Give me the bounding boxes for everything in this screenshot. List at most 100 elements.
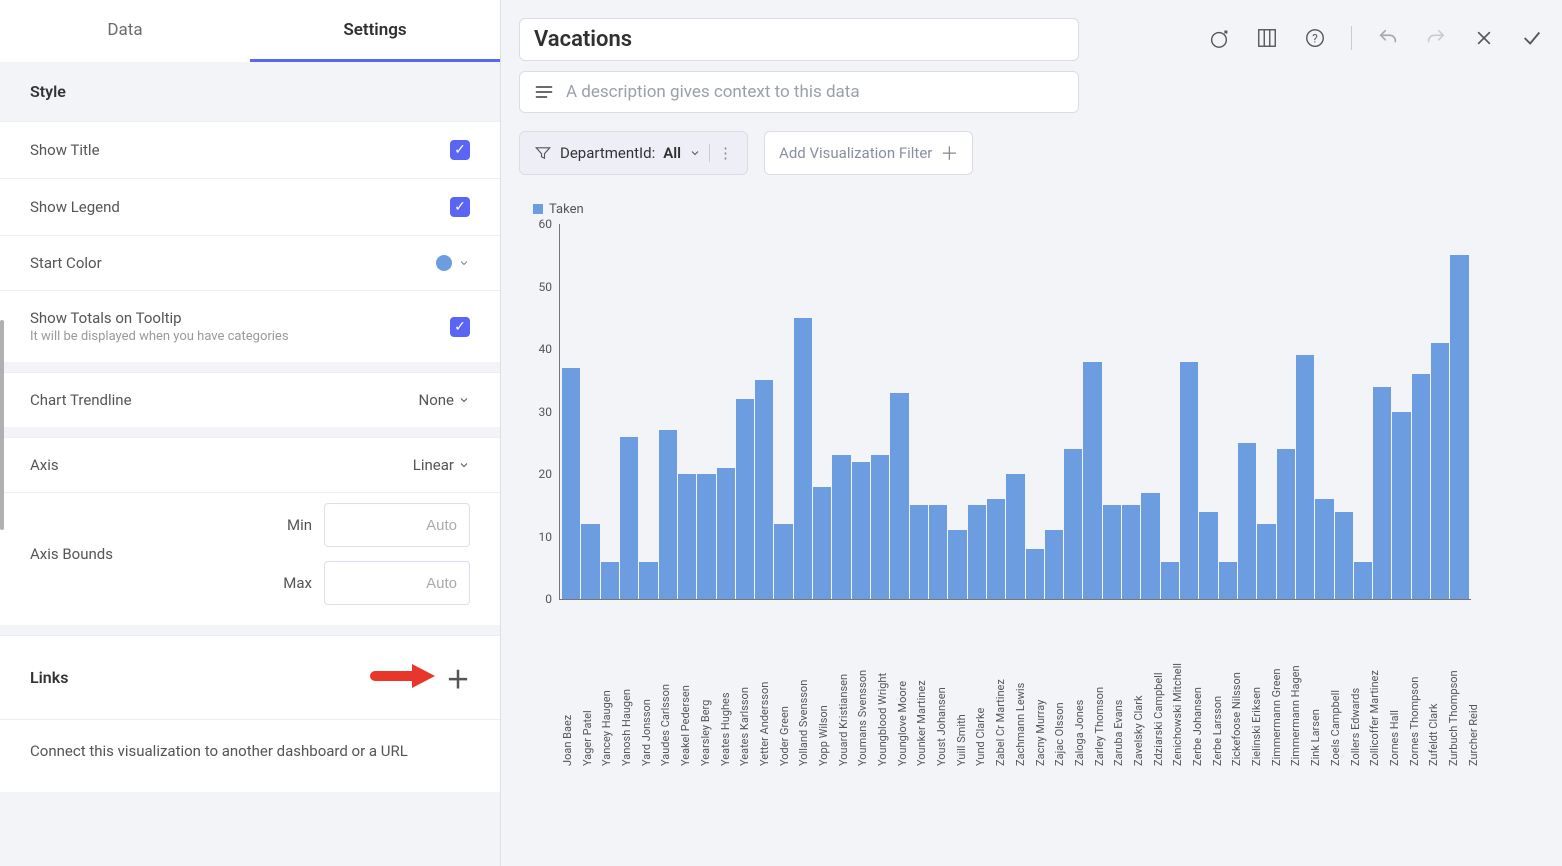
x-tick: Zollicoffer Martinez — [1368, 606, 1387, 766]
main-panel: Vacations A description gives context to… — [501, 0, 1562, 866]
filter-options-icon[interactable]: ⋮ — [709, 144, 733, 162]
bar[interactable] — [1045, 530, 1063, 599]
confirm-icon[interactable] — [1520, 26, 1544, 50]
bar[interactable] — [910, 505, 928, 599]
bar[interactable] — [1141, 493, 1159, 599]
add-link-button[interactable]: ＋ — [446, 660, 470, 695]
bar[interactable] — [1431, 343, 1449, 599]
start-color-label: Start Color — [30, 254, 102, 272]
scrollbar[interactable] — [0, 320, 4, 530]
bar[interactable] — [948, 530, 966, 599]
bar[interactable] — [987, 499, 1005, 599]
close-icon[interactable] — [1472, 26, 1496, 50]
bar[interactable] — [1412, 374, 1430, 599]
bar[interactable] — [1277, 449, 1295, 599]
bar[interactable] — [1199, 512, 1217, 600]
undo-icon[interactable] — [1376, 26, 1400, 50]
min-input[interactable] — [324, 503, 470, 547]
bar[interactable] — [1392, 412, 1410, 600]
y-tick: 60 — [539, 217, 561, 231]
tab-data[interactable]: Data — [0, 0, 250, 62]
bar[interactable] — [1296, 355, 1314, 599]
help-icon[interactable]: ? — [1303, 26, 1327, 50]
bar[interactable] — [794, 318, 812, 599]
start-color-picker[interactable] — [436, 255, 470, 271]
bar[interactable] — [1026, 549, 1044, 599]
x-tick: Youmans Svensson — [856, 606, 875, 766]
x-tick: Zacny Murray — [1034, 606, 1053, 766]
x-tick: Zarley Thomson — [1093, 606, 1112, 766]
bar[interactable] — [890, 393, 908, 599]
axis-dropdown[interactable]: Linear — [413, 456, 470, 474]
bar[interactable] — [1006, 474, 1024, 599]
filter-icon — [534, 144, 552, 162]
bar[interactable] — [852, 462, 870, 600]
bar[interactable] — [697, 474, 715, 599]
bar[interactable] — [871, 455, 889, 599]
bar[interactable] — [581, 524, 599, 599]
y-tick: 0 — [545, 592, 560, 606]
bar[interactable] — [736, 399, 754, 599]
x-tick: Zerbe Larsson — [1211, 606, 1230, 766]
max-input[interactable] — [324, 561, 470, 605]
bar[interactable] — [1238, 443, 1256, 599]
bar[interactable] — [1315, 499, 1333, 599]
bar[interactable] — [1180, 362, 1198, 600]
bar[interactable] — [1257, 524, 1275, 599]
show-title-checkbox[interactable]: ✓ — [450, 140, 470, 160]
trendline-dropdown[interactable]: None — [419, 391, 471, 409]
grid-icon[interactable] — [1255, 26, 1279, 50]
bar[interactable] — [1450, 255, 1468, 599]
bar[interactable] — [659, 430, 677, 599]
bar[interactable] — [1161, 562, 1179, 600]
totals-label: Show Totals on Tooltip — [30, 309, 289, 327]
max-label: Max — [272, 574, 312, 592]
x-tick: Yund Clarke — [974, 606, 993, 766]
x-tick: Zielinski Eriksen — [1250, 606, 1269, 766]
chevron-down-icon — [458, 257, 470, 269]
bar[interactable] — [774, 524, 792, 599]
filter-department[interactable]: DepartmentId: All ⋮ — [519, 131, 748, 175]
x-tick: Youard Kristiansen — [837, 606, 856, 766]
bar[interactable] — [717, 468, 735, 599]
y-tick: 30 — [539, 405, 561, 419]
x-tick: Yolland Svensson — [797, 606, 816, 766]
add-filter-button[interactable]: Add Visualization Filter ＋ — [764, 131, 973, 175]
x-tick: Joan Baez — [561, 606, 580, 766]
totals-sublabel: It will be displayed when you have categ… — [30, 329, 289, 344]
bar[interactable] — [620, 437, 638, 600]
x-tick: Zurbuch Thompson — [1447, 606, 1466, 766]
bar[interactable] — [1354, 562, 1372, 600]
bar[interactable] — [968, 505, 986, 599]
bar[interactable] — [929, 505, 947, 599]
x-tick: Yager Patel — [581, 606, 600, 766]
bar[interactable] — [601, 562, 619, 600]
bar[interactable] — [832, 455, 850, 599]
x-tick: Youngblood Wright — [876, 606, 895, 766]
filter-label: DepartmentId: — [560, 144, 655, 162]
sort-icon[interactable] — [1207, 26, 1231, 50]
bar[interactable] — [562, 368, 580, 599]
add-filter-label: Add Visualization Filter — [779, 144, 932, 162]
style-header: Style — [0, 62, 500, 121]
bar[interactable] — [1335, 512, 1353, 600]
bar[interactable] — [1373, 387, 1391, 600]
bar[interactable] — [678, 474, 696, 599]
redo-icon[interactable] — [1424, 26, 1448, 50]
totals-checkbox[interactable]: ✓ — [450, 317, 470, 337]
bar[interactable] — [1064, 449, 1082, 599]
x-tick: Zink Larsen — [1309, 606, 1328, 766]
bar[interactable] — [1103, 505, 1121, 599]
bar[interactable] — [1122, 505, 1140, 599]
chevron-down-icon — [689, 147, 701, 159]
bar[interactable] — [1219, 562, 1237, 600]
bar[interactable] — [813, 487, 831, 600]
bar[interactable] — [755, 380, 773, 599]
bar[interactable] — [639, 562, 657, 600]
title-input[interactable]: Vacations — [519, 18, 1079, 61]
y-tick: 50 — [539, 280, 561, 294]
show-legend-checkbox[interactable]: ✓ — [450, 197, 470, 217]
description-input[interactable]: A description gives context to this data — [519, 71, 1079, 113]
bar[interactable] — [1083, 362, 1101, 600]
tab-settings[interactable]: Settings — [250, 0, 500, 62]
